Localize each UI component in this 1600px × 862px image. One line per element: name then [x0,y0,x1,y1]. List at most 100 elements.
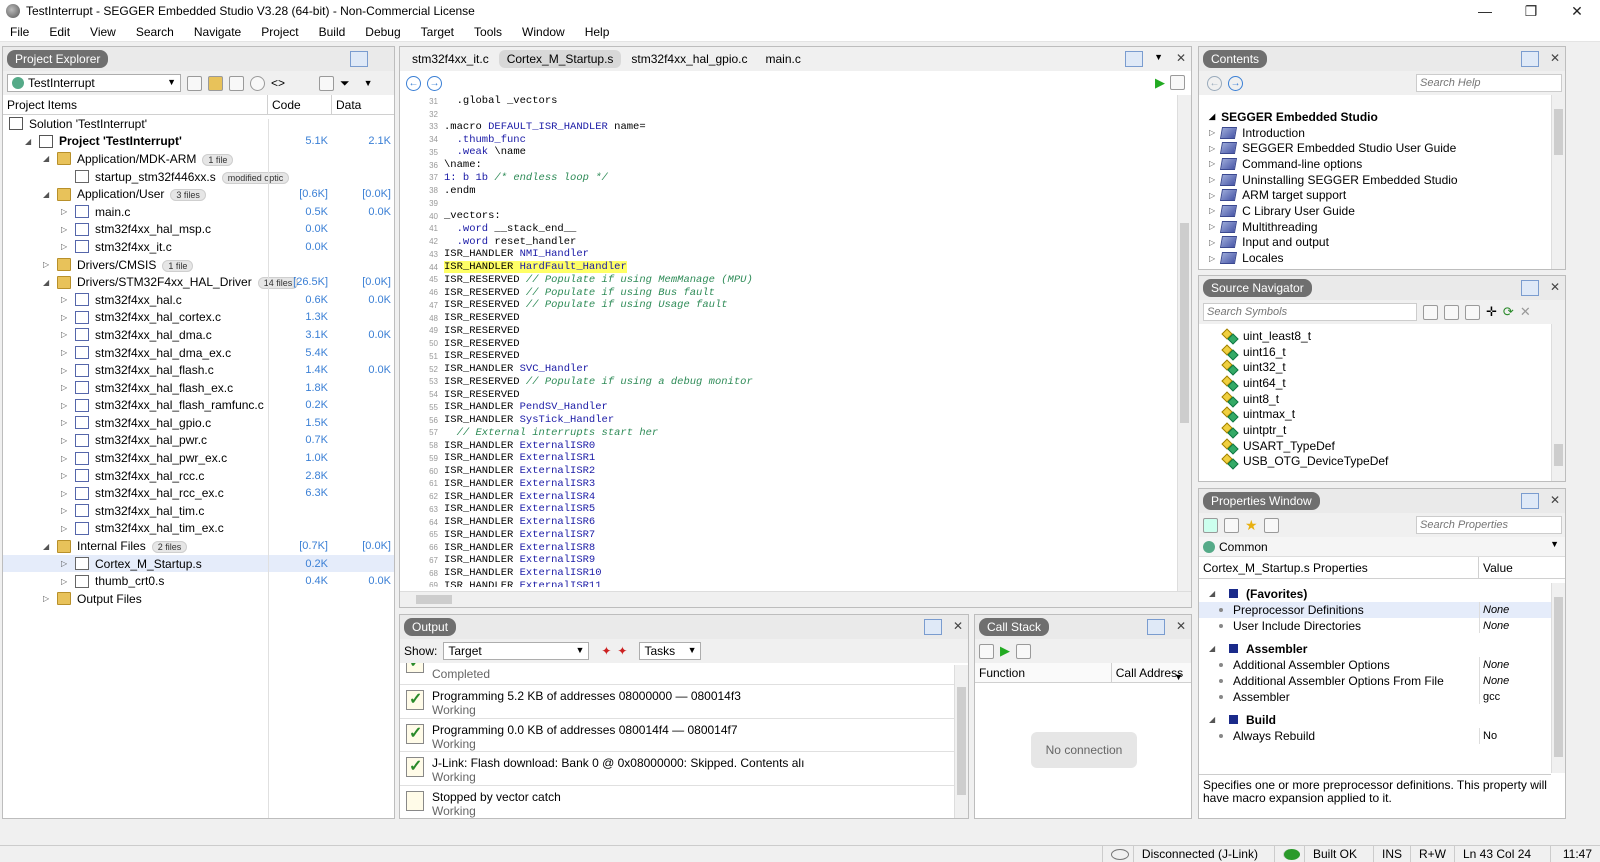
tasks-select[interactable]: Tasks ▼ [639,642,702,660]
twisty-icon[interactable]: ▷ [43,260,49,269]
properties-vscrollbar[interactable] [1551,583,1565,773]
tree-row[interactable]: ▷ stm32f4xx_hal_dma.c 3.1K 0.0K [3,326,394,344]
open-folder-icon[interactable] [208,75,223,91]
tree-row[interactable]: ▷ Cortex_M_Startup.s 0.2K [3,554,394,573]
contents-item[interactable]: ▷ ARM target support [1199,187,1565,203]
property-category[interactable]: ◢ Build [1199,711,1551,728]
navigator-vscrollbar[interactable] [1551,324,1565,481]
categorized-icon[interactable] [1203,517,1218,533]
tree-row[interactable]: ◢ Internal Files 2 files [0.7K] [0.0K] [3,537,394,555]
col-function[interactable]: Function [975,663,1112,682]
list-item[interactable]: Programming 0.0 KB of addresses 080014f4… [400,719,954,752]
tree-row[interactable]: ▷ stm32f4xx_hal_cortex.c 1.3K [3,309,394,327]
code-view-icon[interactable]: <> [271,76,285,90]
editor-hscrollbar[interactable] [400,591,1191,607]
show-select[interactable]: Target ▼ [443,642,590,660]
tree-row[interactable]: ▷ stm32f4xx_hal_rcc_ex.c 6.3K [3,484,394,502]
pin-icon[interactable] [1147,619,1165,635]
step-icon[interactable] [1016,643,1031,659]
tree-row[interactable]: Solution 'TestInterrupt' [3,115,394,133]
symbol-item[interactable]: uint_least8_t [1199,328,1551,344]
close-window-button[interactable]: ✕ [1554,0,1600,22]
twisty-icon[interactable]: ◢ [43,542,49,551]
contents-item[interactable]: ▷ Input and output [1199,235,1565,251]
tree-row[interactable]: ◢ Project 'TestInterrupt' 5.1K 2.1K [3,133,394,151]
forward-icon[interactable]: → [427,75,442,91]
menu-search[interactable]: Search [126,25,184,39]
symbol-item[interactable]: uintmax_t [1199,406,1551,422]
tree-row[interactable]: ▷ stm32f4xx_hal_flash.c 1.4K 0.0K [3,361,394,379]
menu-build[interactable]: Build [309,25,356,39]
tree-row[interactable]: ▷ Drivers/CMSIS 1 file [3,256,394,274]
editor-tab[interactable]: Cortex_M_Startup.s [498,50,622,68]
menu-help[interactable]: Help [575,25,620,39]
close-contents-icon[interactable]: ✕ [1550,51,1560,65]
class-view-icon[interactable] [1465,304,1480,320]
tree-row[interactable]: ▷ thumb_crt0.s 0.4K 0.0K [3,572,394,590]
menu-edit[interactable]: Edit [39,25,80,39]
twisty-icon[interactable]: ▷ [61,454,67,463]
menu-target[interactable]: Target [411,25,464,39]
menu-window[interactable]: Window [512,25,575,39]
twisty-icon[interactable]: ▷ [61,524,67,533]
col-code[interactable]: Code [268,95,332,114]
tree-row[interactable]: ▷ stm32f4xx_hal_pwr_ex.c 1.0K [3,449,394,467]
twisty-icon[interactable]: ▷ [61,313,67,322]
filter-icon[interactable]: ⏷ [340,76,350,91]
col-project-items[interactable]: Project Items [3,95,268,114]
connection-status[interactable]: Disconnected (J-Link) [1101,846,1274,862]
refresh-icon[interactable]: ⟳ [1503,304,1514,320]
contents-item[interactable]: ▷ Introduction [1199,125,1565,141]
contents-item[interactable]: ▷ Command-line options [1199,156,1565,172]
list-item[interactable]: Stopped by vector catch Working [400,786,954,819]
contents-item[interactable]: ▷ C Library User Guide [1199,203,1565,219]
twisty-icon[interactable]: ▷ [61,207,67,216]
clear-icon[interactable]: ✦ [601,644,611,658]
tree-row[interactable]: ▷ stm32f4xx_hal_msp.c 0.0K [3,221,394,239]
tree-row[interactable]: ◢ Application/MDK-ARM 1 file [3,150,394,168]
tree-row[interactable]: ▷ stm32f4xx_it.c 0.0K [3,238,394,256]
alphabetical-icon[interactable] [1224,517,1239,533]
cancel-icon[interactable]: ✕ [1520,304,1531,320]
property-row[interactable]: Preprocessor Definitions None [1199,602,1551,618]
pin-icon[interactable] [1521,51,1539,67]
pin-icon[interactable] [350,51,368,67]
pin-icon[interactable] [1125,51,1143,67]
close-navigator-icon[interactable]: ✕ [1550,280,1560,294]
twisty-icon[interactable]: ◢ [43,278,49,287]
build-status[interactable]: Built OK [1273,846,1373,862]
contents-item[interactable]: ▷ Uninstalling SEGGER Embedded Studio [1199,172,1565,188]
tree-row[interactable]: ▷ stm32f4xx_hal_tim_ex.c [3,520,394,538]
symbol-item[interactable]: USB_OTG_DeviceTypeDef [1199,454,1551,470]
maximize-button[interactable]: ❐ [1508,0,1554,22]
back-icon[interactable]: ← [406,75,421,91]
menu-view[interactable]: View [80,25,126,39]
options-dropdown-icon[interactable]: ▼ [1174,672,1183,682]
project-combo[interactable]: TestInterrupt ▼ [7,74,181,92]
build-icon[interactable] [1170,75,1185,90]
run-icon[interactable]: ▶ [1000,643,1010,659]
clear-all-icon[interactable]: ✦ [617,644,627,658]
close-callstack-icon[interactable]: ✕ [1176,619,1186,633]
property-search-input[interactable] [1416,516,1562,534]
pin-icon[interactable] [1521,493,1539,509]
editor-tab[interactable]: main.c [758,50,809,68]
editor-vscrollbar[interactable] [1177,95,1191,591]
property-category[interactable]: ◢ Assembler [1199,640,1551,657]
refresh-icon[interactable] [979,643,994,659]
tree-row[interactable]: ▷ stm32f4xx_hal_gpio.c 1.5K [3,414,394,432]
tree-row[interactable]: ◢ Application/User 3 files [0.6K] [0.0K] [3,185,394,203]
twisty-icon[interactable]: ▷ [61,366,67,375]
pin-icon[interactable] [924,619,942,635]
minimize-button[interactable]: — [1462,0,1508,22]
close-output-icon[interactable]: ✕ [953,619,963,633]
tree-row[interactable]: ▷ stm32f4xx_hal_dma_ex.c 5.4K [3,344,394,362]
twisty-icon[interactable]: ▷ [61,577,67,586]
favorites-star-icon[interactable]: ★ [1245,517,1258,534]
property-row[interactable]: Additional Assembler Options None [1199,657,1551,674]
twisty-icon[interactable]: ▷ [61,330,67,339]
contents-item[interactable]: ▷ Locales [1199,250,1565,266]
code-editor[interactable]: 31 .global _vectors 32 33 .macro DEFAULT_IS… [400,95,1177,587]
add-symbol-icon[interactable] [1423,304,1438,320]
twisty-icon[interactable]: ◢ [43,190,49,199]
